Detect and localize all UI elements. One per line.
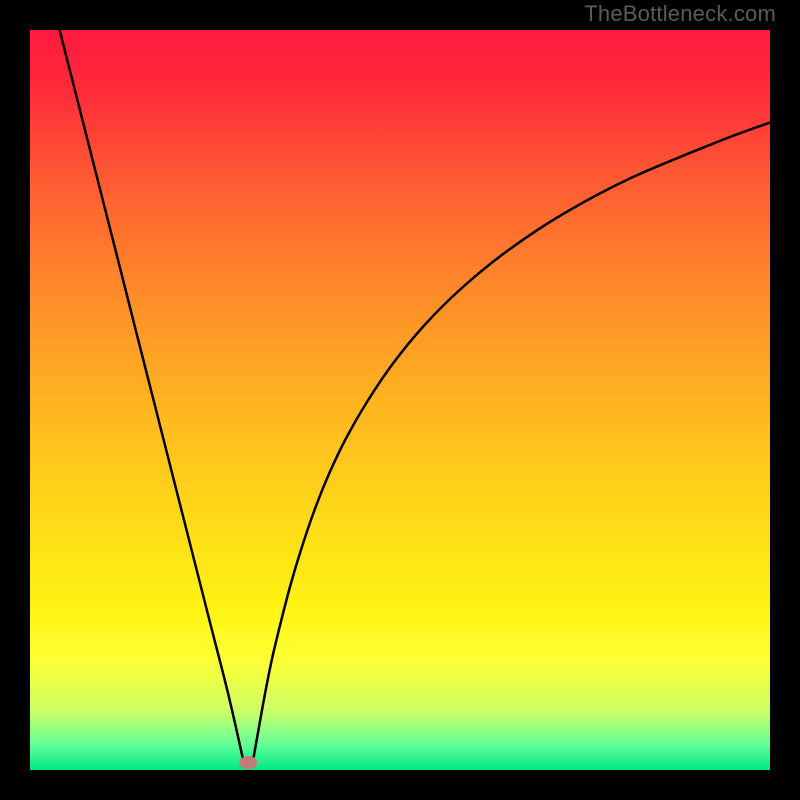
optimum-marker [239,756,257,769]
chart-background [30,30,770,770]
bottleneck-chart [30,30,770,770]
chart-outer: { "watermark": "TheBottleneck.com", "cha… [0,0,800,800]
watermark-text: TheBottleneck.com [584,1,776,27]
